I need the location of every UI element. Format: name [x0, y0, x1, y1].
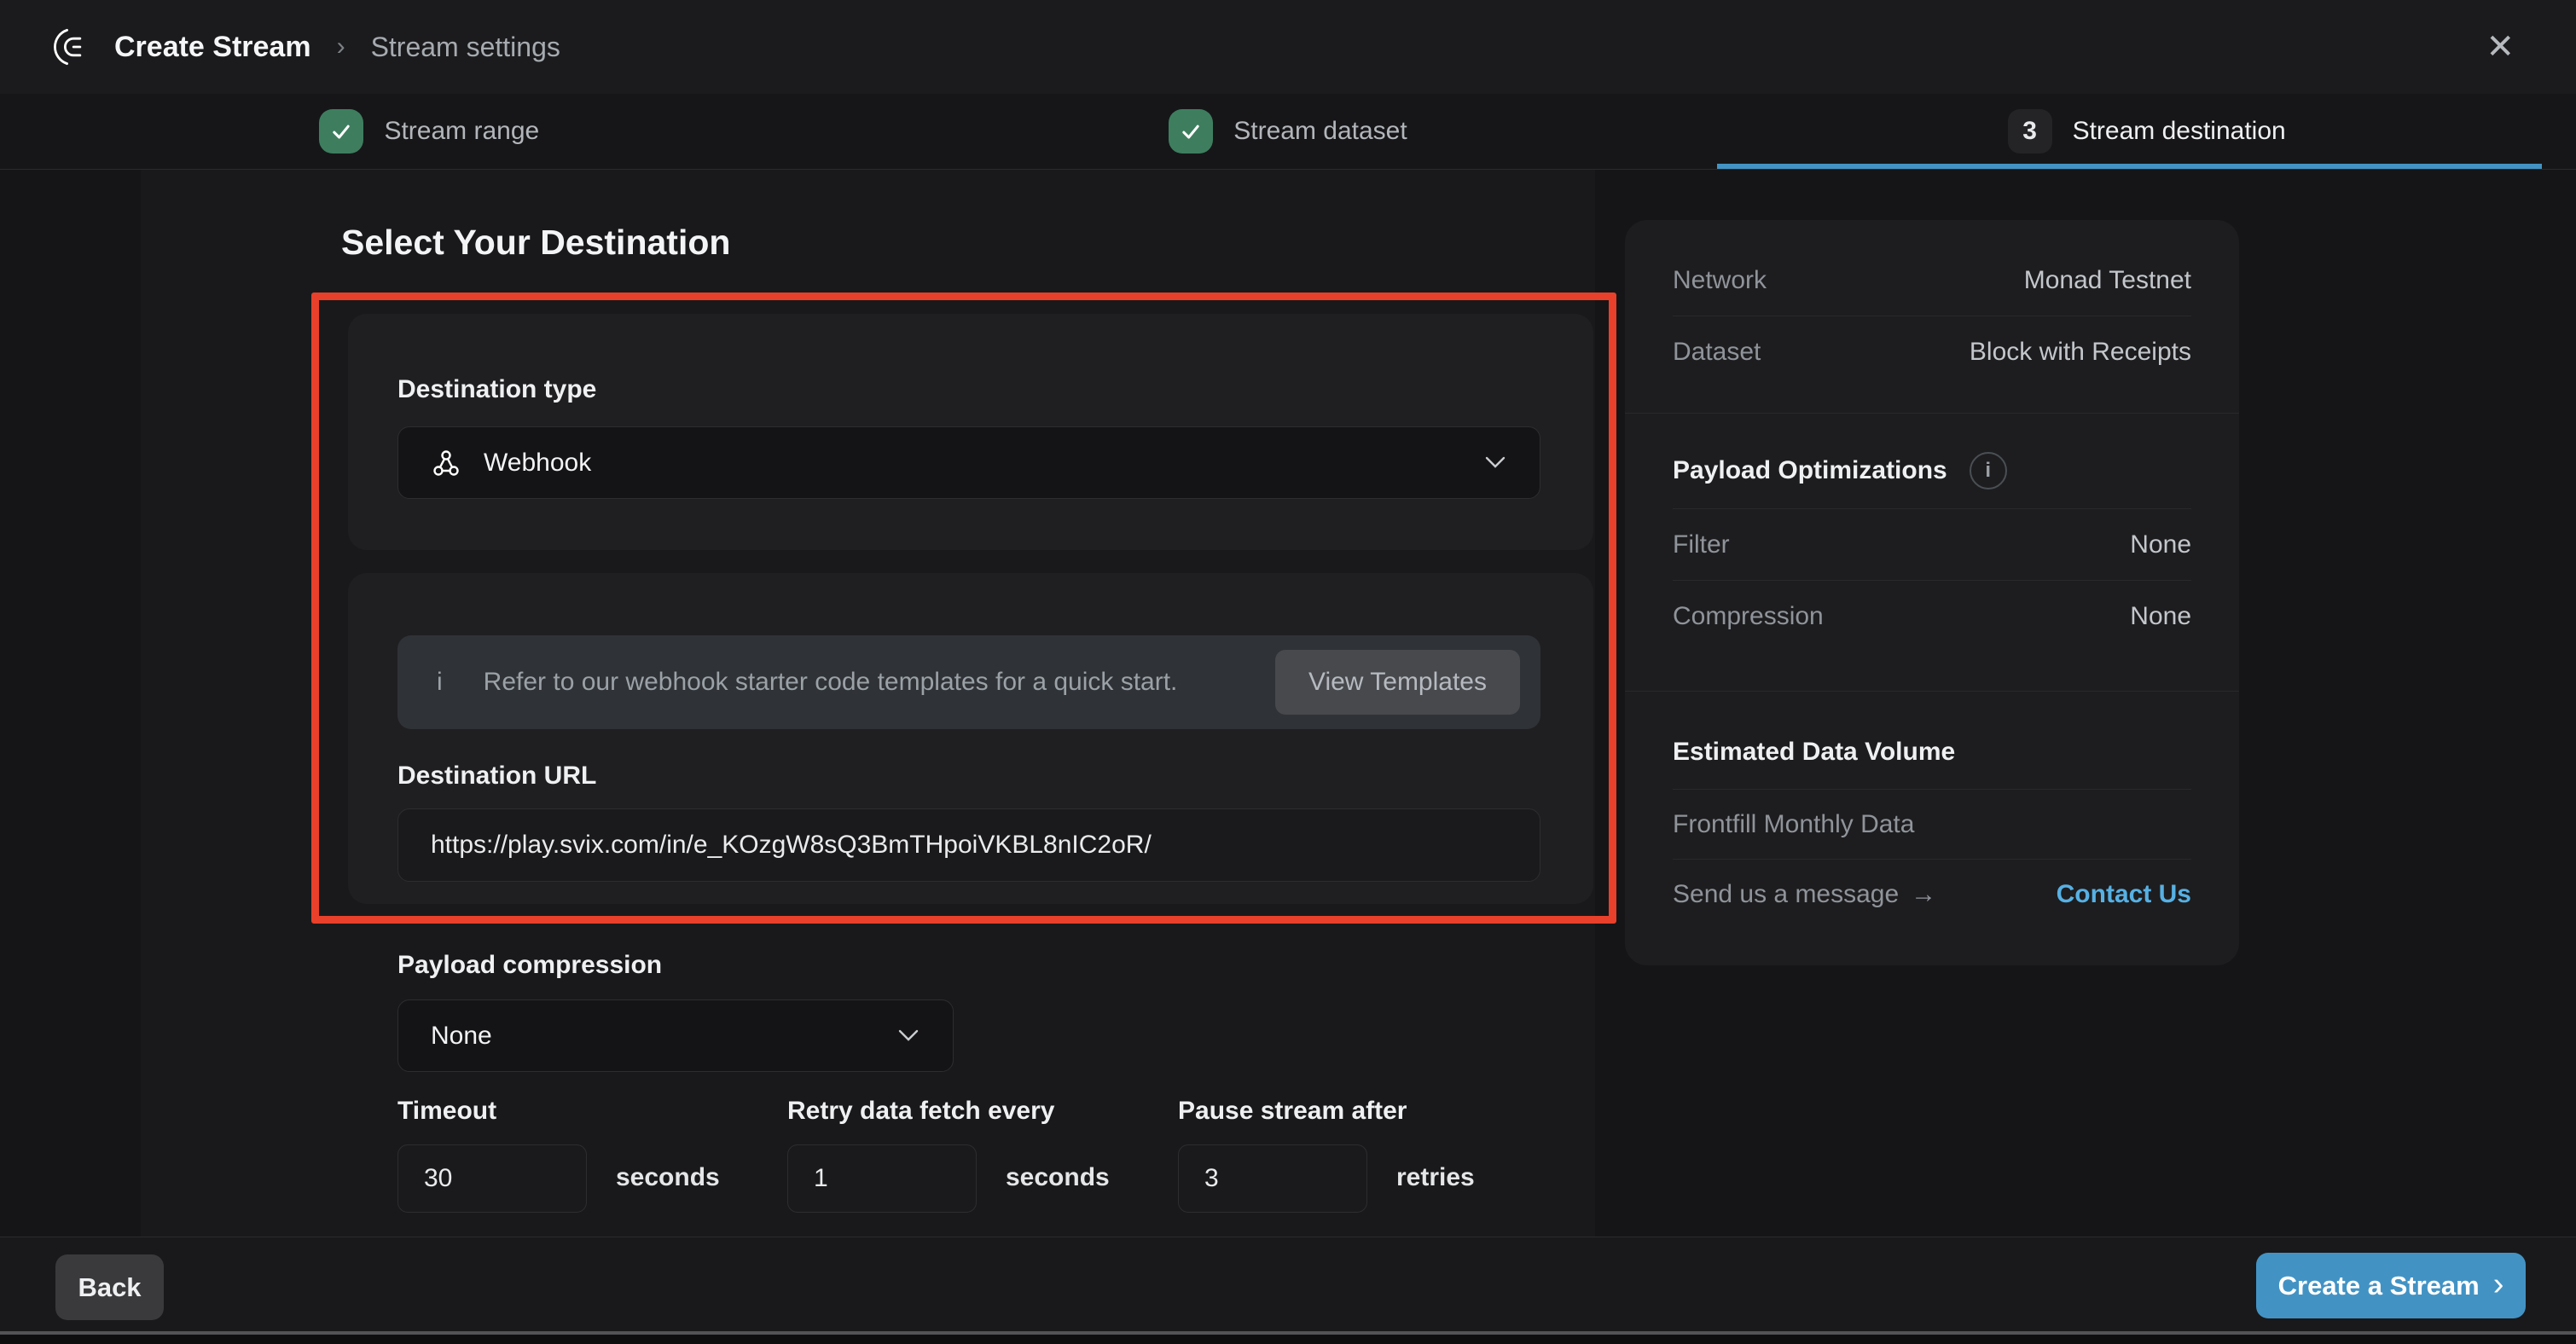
destination-url-label: Destination URL: [397, 762, 596, 791]
close-icon[interactable]: ✕: [2486, 30, 2515, 64]
step-stream-destination[interactable]: 3 Stream destination: [1717, 94, 2576, 169]
create-stream-button[interactable]: Create a Stream ›: [2256, 1253, 2526, 1318]
app-logo-icon: [51, 26, 92, 67]
contact-message-label: Send us a message: [1673, 880, 1899, 909]
timeout-unit: seconds: [616, 1163, 720, 1192]
summary-row-frontfill: Frontfill Monthly Data: [1673, 790, 2191, 860]
pause-field: Pause stream after retries: [1178, 1097, 1407, 1213]
webhook-icon: [431, 448, 461, 478]
arrow-right-icon: →: [1911, 880, 1936, 909]
chevron-down-icon: [898, 1029, 919, 1042]
step-label: Stream range: [384, 117, 539, 146]
summary-row-filter: Filter None: [1673, 509, 2191, 581]
header: Create Stream › Stream settings ✕: [0, 0, 2576, 94]
section-heading: Select Your Destination: [341, 223, 730, 263]
destination-type-select[interactable]: Webhook: [397, 426, 1540, 499]
payload-compression-value: None: [431, 1022, 492, 1051]
dataset-label: Dataset: [1673, 338, 1761, 367]
estimated-volume-heading-row: Estimated Data Volume: [1673, 692, 2191, 790]
compression-value: None: [2130, 602, 2191, 631]
stream-summary-panel: Network Monad Testnet Dataset Block with…: [1625, 220, 2239, 965]
templates-info-banner: i Refer to our webhook starter code temp…: [397, 635, 1540, 729]
contact-us-link[interactable]: Contact Us: [2057, 880, 2191, 909]
info-icon[interactable]: i: [1970, 452, 2007, 490]
payload-optimizations-text: Payload Optimizations: [1673, 456, 1947, 485]
summary-row-network: Network Monad Testnet: [1673, 246, 2191, 316]
payload-optimizations-heading: Payload Optimizations i: [1673, 452, 2007, 490]
summary-row-compression: Compression None: [1673, 581, 2191, 652]
banner-text: Refer to our webhook starter code templa…: [484, 668, 1178, 697]
webhook-config-card: i Refer to our webhook starter code temp…: [348, 573, 1593, 904]
payload-compression-select[interactable]: None: [397, 999, 954, 1072]
chevron-right-icon: ›: [2493, 1268, 2504, 1301]
filter-value: None: [2130, 530, 2191, 559]
step-stream-dataset[interactable]: Stream dataset: [859, 94, 1718, 169]
pause-unit: retries: [1396, 1163, 1475, 1192]
network-label: Network: [1673, 266, 1767, 295]
pause-label: Pause stream after: [1178, 1097, 1407, 1126]
retry-label: Retry data fetch every: [787, 1097, 1054, 1126]
destination-url-input[interactable]: [397, 808, 1540, 882]
breadcrumb: Stream settings: [371, 32, 560, 63]
view-templates-button[interactable]: View Templates: [1275, 650, 1520, 715]
stepper: Stream range Stream dataset 3 Stream des…: [0, 94, 2576, 170]
timeout-label: Timeout: [397, 1097, 587, 1126]
dataset-value: Block with Receipts: [1970, 338, 2191, 367]
filter-label: Filter: [1673, 530, 1730, 559]
page-title: Create Stream: [114, 31, 311, 64]
step-label: Stream destination: [2073, 117, 2286, 146]
check-icon: [319, 109, 363, 154]
step-label: Stream dataset: [1233, 117, 1407, 146]
chevron-down-icon: [1485, 456, 1506, 469]
summary-row-dataset: Dataset Block with Receipts: [1673, 316, 2191, 387]
timeout-field: Timeout seconds: [397, 1097, 587, 1213]
pause-input[interactable]: [1178, 1144, 1367, 1213]
destination-type-card: Destination type Webhook: [348, 314, 1593, 550]
retry-settings-row: Timeout seconds Retry data fetch every s…: [397, 1097, 1540, 1216]
timeout-input[interactable]: [397, 1144, 587, 1213]
step-stream-range[interactable]: Stream range: [0, 94, 859, 169]
retry-input[interactable]: [787, 1144, 977, 1213]
payload-compression-label: Payload compression: [397, 951, 662, 980]
footer-bar: Back Create a Stream ›: [0, 1237, 2576, 1331]
info-icon: i: [437, 668, 443, 697]
step-number-badge: 3: [2008, 109, 2052, 154]
main-content: Select Your Destination Destination type…: [141, 170, 1595, 1237]
network-value: Monad Testnet: [2024, 266, 2191, 295]
breadcrumb-separator-icon: ›: [337, 32, 345, 61]
destination-type-label: Destination type: [397, 375, 596, 404]
page-background-strip: [0, 1335, 2576, 1344]
destination-type-value: Webhook: [484, 449, 591, 478]
summary-row-contact: Send us a message → Contact Us: [1673, 860, 2191, 930]
retry-field: Retry data fetch every seconds: [787, 1097, 1054, 1213]
estimated-volume-heading: Estimated Data Volume: [1673, 738, 1955, 767]
retry-unit: seconds: [1006, 1163, 1110, 1192]
back-button[interactable]: Back: [55, 1254, 164, 1320]
create-stream-label: Create a Stream: [2278, 1271, 2480, 1301]
check-icon: [1169, 109, 1213, 154]
active-step-underline: [1717, 164, 2542, 169]
payload-optimizations-heading-row: Payload Optimizations i: [1673, 414, 2191, 509]
compression-label: Compression: [1673, 602, 1824, 631]
create-stream-modal: Create Stream › Stream settings ✕ Stream…: [0, 0, 2576, 1344]
frontfill-label: Frontfill Monthly Data: [1673, 810, 1914, 839]
